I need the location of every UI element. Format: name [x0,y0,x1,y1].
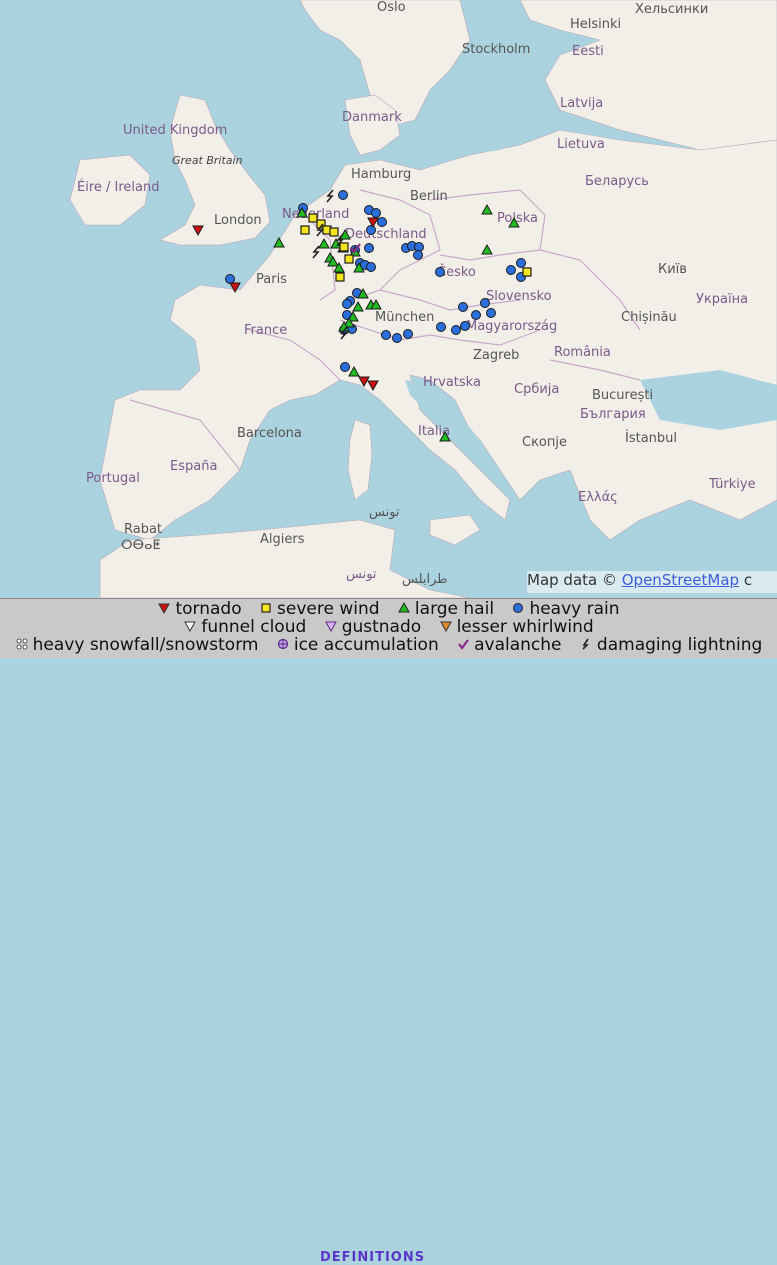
legend-heavy-snowfall: heavy snowfall/snowstorm [15,635,259,655]
damaging-lightning-icon [579,637,593,655]
legend-label: ice accumulation [293,635,439,655]
heavy-rain-marker[interactable] [435,267,445,277]
heavy-rain-marker[interactable] [480,298,490,308]
report-markers [192,189,532,442]
heavy-rain-marker[interactable] [516,258,526,268]
heavy-rain-marker[interactable] [403,329,413,339]
heavy-rain-marker[interactable] [381,330,391,340]
heavy-rain-marker[interactable] [371,208,381,218]
heavy-rain-marker[interactable] [460,321,470,331]
damaging-lightning-marker[interactable] [326,189,334,203]
legend-damaging-lightning: damaging lightning [579,636,762,655]
heavy-rain-marker[interactable] [342,299,352,309]
legend-ice-accumulation: ice accumulation [276,636,439,655]
heavy-rain-marker[interactable] [436,322,446,332]
large-hail-marker[interactable] [352,300,364,312]
large-hail-marker[interactable] [273,236,285,248]
attribution-suffix: c [739,571,753,589]
heavy-rain-marker[interactable] [451,325,461,335]
legend-avalanche: avalanche [456,635,562,655]
heavy-rain-marker[interactable] [413,250,423,260]
tornado-icon [157,601,171,619]
legend-label: heavy rain [529,599,620,619]
large-hail-marker[interactable] [318,237,330,249]
openstreetmap-link[interactable]: OpenStreetMap [622,571,739,589]
ice-accumulation-icon [276,637,290,655]
legend-label: lesser whirlwind [456,617,594,637]
tornado-marker[interactable] [358,376,370,388]
tornado-marker[interactable] [367,380,379,392]
heavy-rain-marker[interactable] [338,190,348,200]
heavy-snowfall-icon [15,637,29,655]
legend-label: avalanche [474,635,562,655]
attribution-prefix: Map data © [527,571,622,589]
heavy-rain-marker[interactable] [471,310,481,320]
legend-label: damaging lightning [596,635,763,655]
heavy-rain-marker[interactable] [340,362,350,372]
legend-label: gustnado [341,617,422,637]
legend-label: funnel cloud [201,617,307,637]
damaging-lightning-marker[interactable] [312,245,320,259]
large-hail-marker[interactable] [339,228,351,240]
legend-label: severe wind [277,599,380,619]
legend-panel: tornado severe wind large hail heavy rai… [0,598,777,1265]
legend-label: tornado [175,599,242,619]
heavy-rain-marker[interactable] [486,308,496,318]
severe-wind-marker[interactable] [300,225,310,235]
heavy-rain-marker[interactable] [377,217,387,227]
tornado-marker[interactable] [192,225,204,237]
heavy-rain-marker[interactable] [506,265,516,275]
severe-wind-marker[interactable] [522,267,532,277]
large-hail-marker[interactable] [508,216,520,228]
definitions-link[interactable]: DEFINITIONS [320,1250,425,1265]
heavy-rain-marker[interactable] [364,243,374,253]
large-hail-marker[interactable] [348,365,360,377]
severe-wind-marker[interactable] [329,227,339,237]
legend-label: large hail [414,599,495,619]
severe-wind-marker[interactable] [335,272,345,282]
large-hail-marker[interactable] [481,203,493,215]
heavy-rain-marker[interactable] [366,225,376,235]
avalanche-icon [456,637,470,655]
severe-wind-marker[interactable] [308,213,318,223]
heavy-rain-marker[interactable] [366,262,376,272]
severe-wind-marker[interactable] [344,254,354,264]
tornado-marker[interactable] [229,282,241,294]
large-hail-marker[interactable] [481,243,493,255]
map-attribution: Map data © OpenStreetMap c [527,571,777,593]
severe-wind-marker[interactable] [339,242,349,252]
heavy-rain-marker[interactable] [392,333,402,343]
legend-row-3: heavy snowfall/snowstorm ice accumulatio… [0,636,777,655]
large-hail-marker[interactable] [439,430,451,442]
legend-label: heavy snowfall/snowstorm [32,635,259,655]
heavy-rain-marker[interactable] [225,274,235,284]
heavy-rain-marker[interactable] [458,302,468,312]
